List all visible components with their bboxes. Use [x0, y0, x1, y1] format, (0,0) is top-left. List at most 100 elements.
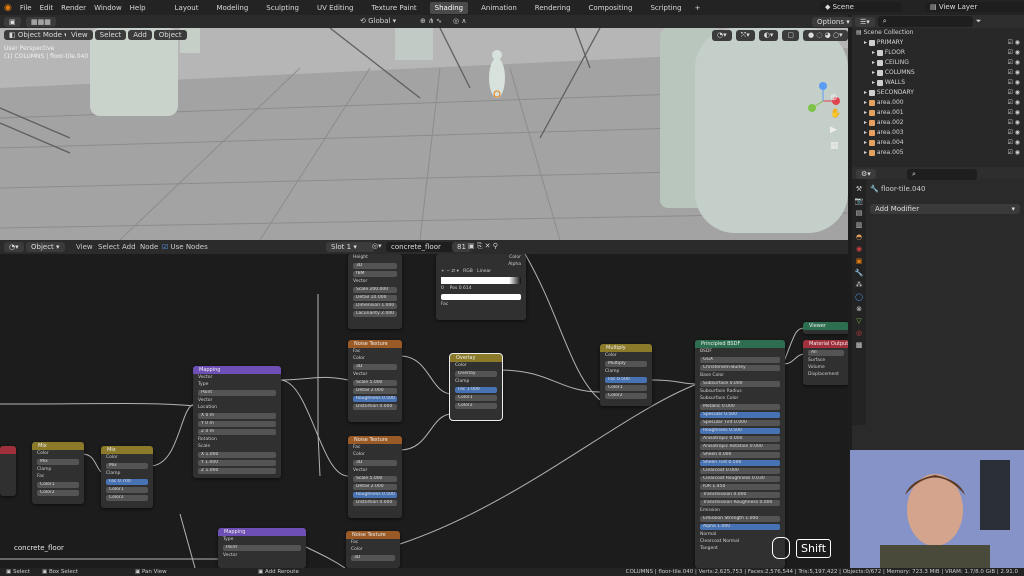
menu-window[interactable]: Window [94, 4, 122, 12]
tab-uv-editing[interactable]: UV Editing [312, 2, 359, 14]
node-field[interactable]: Z 1.000 [198, 468, 276, 474]
material-name-field[interactable]: concrete_floor [386, 242, 456, 252]
node-field[interactable]: Color2 [605, 393, 647, 399]
noise-texture-node-a[interactable]: Noise Texture Fac Color 3D Vector Scale 5.000… [348, 340, 402, 422]
node-field[interactable]: All [808, 350, 844, 356]
node-field[interactable]: Dimension 1.000 [353, 303, 397, 309]
menu-help[interactable]: Help [130, 4, 146, 12]
overlay-icon[interactable]: ◐▾ [758, 30, 779, 41]
node-title[interactable]: Noise Texture [346, 531, 400, 539]
blender-logo-icon[interactable]: ◉ [4, 3, 12, 13]
node-title[interactable]: Multiply [600, 344, 652, 352]
tab-modeling[interactable]: Modeling [211, 2, 253, 14]
node-field[interactable]: X 0 m [198, 413, 276, 419]
visibility-toggles[interactable]: ☑ ◉ [1007, 98, 1020, 108]
node-field[interactable]: Color1 [605, 385, 647, 391]
node-field[interactable]: Transmission 0.000 [700, 492, 780, 498]
node-shader-type-dropdown[interactable]: Object ▾ [26, 242, 65, 252]
visibility-toggles[interactable]: ☑ ◉ [1007, 38, 1020, 48]
view-layer-selector[interactable]: ▤ View Layer [925, 2, 1024, 12]
node-field[interactable]: Y 1.000 [198, 460, 276, 466]
world-tab-icon[interactable]: ◉ [856, 245, 862, 253]
node-field[interactable]: Point [198, 390, 276, 396]
node-field[interactable]: Mix [106, 463, 148, 469]
node-field[interactable]: Specular 0.500 [700, 412, 780, 418]
add-modifier-dropdown[interactable]: Add Modifier ▾ [870, 204, 1020, 214]
node-title[interactable]: Principled BSDF [695, 340, 785, 348]
tab-texture-paint[interactable]: Texture Paint [367, 2, 422, 14]
ramp-gradient-bar[interactable] [441, 277, 521, 284]
3d-viewport[interactable]: ◧ Object Mode ▾ View Select Add Object U… [0, 28, 848, 240]
texture-tab-icon[interactable]: ▩ [856, 341, 863, 349]
node-title[interactable]: Mapping [193, 366, 281, 374]
outliner-item[interactable]: ▸ area.003 ☑ ◉ [852, 128, 1024, 138]
visibility-toggles[interactable]: ☑ ◉ [1007, 68, 1020, 78]
outliner-item[interactable]: ▸ area.005 ☑ ◉ [852, 148, 1024, 158]
node-menu-select[interactable]: Select [98, 243, 120, 251]
node-field[interactable]: 3D [353, 263, 397, 269]
transform-orientation[interactable]: ⟲ Global ▾ [360, 17, 396, 25]
gizmo-icon[interactable]: ⤧▾ [735, 30, 755, 41]
visibility-toggles[interactable]: ☑ ◉ [1007, 108, 1020, 118]
hand-icon[interactable]: ✋ [830, 109, 844, 119]
node-field[interactable]: Y 0 m [198, 421, 276, 427]
node-field[interactable]: 3D [353, 460, 397, 466]
node-field[interactable]: Point [223, 545, 301, 551]
filter-icon[interactable]: ⏷ [976, 17, 982, 26]
node-menu-view[interactable]: View [76, 243, 93, 251]
visibility-toggles[interactable]: ☑ ◉ [1007, 148, 1020, 158]
properties-editor-icon[interactable]: ⚙▾ [856, 169, 876, 179]
mapping-node-a[interactable]: Mapping Vector Type Point Vector Location X 0 … [193, 366, 281, 478]
node-field[interactable]: Metallic 0.000 [700, 404, 780, 410]
node-field[interactable]: Mix [37, 459, 79, 465]
tab-rendering[interactable]: Rendering [530, 2, 576, 14]
node-menu-add[interactable]: Add [122, 243, 136, 251]
outliner-item[interactable]: ▸ SECONDARY ☑ ◉ [852, 88, 1024, 98]
outliner-item[interactable]: ▸ CEILING ☑ ◉ [852, 58, 1024, 68]
visibility-toggles[interactable]: ☑ ◉ [1007, 118, 1020, 128]
viewport-menu-select[interactable]: Select [94, 30, 127, 40]
render-tab-icon[interactable]: 📷 [855, 197, 864, 205]
output-tab-icon[interactable]: ▤ [856, 209, 863, 217]
overlay-mix-node[interactable]: Overlay Color Overlay Clamp Fac 1.000 Color1 C… [449, 353, 503, 421]
visibility-toggles[interactable]: ☑ ◉ [1007, 138, 1020, 148]
tab-layout[interactable]: Layout [170, 2, 204, 14]
node-field[interactable]: Fac 0.500 [605, 377, 647, 383]
visibility-toggles[interactable]: ☑ ◉ [1007, 58, 1020, 68]
noise-texture-node-b[interactable]: Noise Texture Fac Color 3D Vector Scale 5.000… [348, 436, 402, 518]
node-field[interactable]: Color1 [455, 395, 497, 401]
mix-node-a[interactable]: Mix Color Mix Clamp Fac Color1 Color2 [32, 442, 84, 504]
scene-selector[interactable]: ◆ Scene [820, 2, 902, 12]
node-field[interactable]: Emission Strength 1.000 [700, 516, 780, 522]
viewport-menu-add[interactable]: Add [128, 30, 152, 40]
viewer-node[interactable]: Viewer [803, 322, 848, 334]
node-field[interactable]: Roughness 0.500 [700, 428, 780, 434]
menu-file[interactable]: File [20, 4, 32, 12]
node-field[interactable]: 3D [353, 364, 397, 370]
node-title[interactable]: Material Output [803, 340, 848, 348]
object-mode-dropdown[interactable]: ◧ Object Mode ▾ [4, 30, 73, 40]
node-field[interactable]: Roughness 0.500 [353, 396, 397, 402]
ramp-interpolation[interactable]: Linear [477, 269, 491, 274]
visibility-toggles[interactable]: ☑ ◉ [1007, 48, 1020, 58]
editor-type-button[interactable]: ▣ [4, 17, 21, 27]
object-tab-icon[interactable]: ▣ [856, 257, 863, 265]
outliner-item[interactable]: ▸ area.001 ☑ ◉ [852, 108, 1024, 118]
snap-icon[interactable]: ⊕ ⋔ ∿ [420, 17, 442, 25]
node-field[interactable]: Color1 [106, 487, 148, 493]
scene-tab-icon[interactable]: ◓ [856, 233, 862, 241]
node-field[interactable]: Color2 [106, 495, 148, 501]
menu-edit[interactable]: Edit [40, 4, 54, 12]
node-title[interactable]: Mapping [218, 528, 306, 536]
view-layer-tab-icon[interactable]: ▥ [856, 221, 863, 229]
menu-render[interactable]: Render [61, 4, 86, 12]
node-field[interactable]: Color2 [37, 490, 79, 496]
node-title[interactable]: Overlay [450, 354, 502, 362]
node-field[interactable]: Color1 [37, 482, 79, 488]
node-editor-canvas[interactable]: Height 3D fBM Vector Scale 200.000 Detail 10.… [0, 254, 848, 568]
node-field[interactable]: Color2 [455, 403, 497, 409]
node-field[interactable]: Fac 1.000 [455, 387, 497, 393]
noise-texture-node-c[interactable]: Noise Texture Fac Color 3D [346, 531, 400, 568]
node-field[interactable]: fBM [353, 271, 397, 277]
partial-left-node[interactable] [0, 446, 16, 496]
